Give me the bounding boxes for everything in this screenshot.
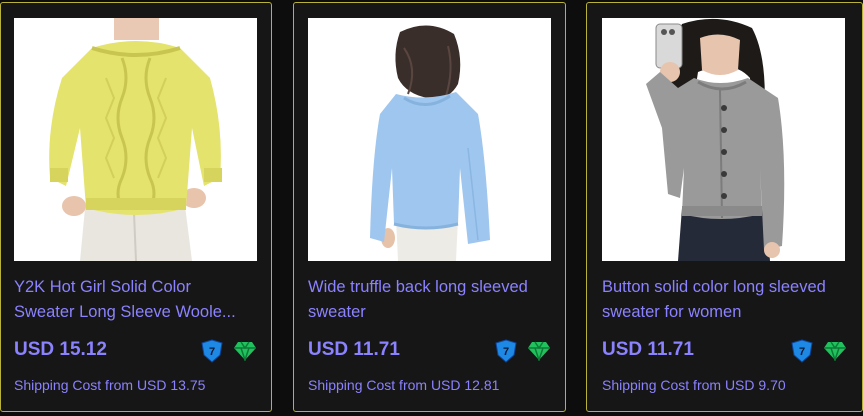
product-title-line-2[interactable]: sweater	[308, 300, 554, 325]
svg-text:7: 7	[209, 346, 215, 358]
product-title-line-1[interactable]: Wide truffle back long sleeved	[308, 275, 554, 300]
product-card[interactable]: Y2K Hot Girl Solid Color Sweater Long Sl…	[0, 2, 272, 412]
product-image[interactable]	[308, 18, 551, 261]
yellow-sweater-photo	[14, 18, 257, 261]
diamond-icon	[824, 341, 846, 361]
diamond-icon	[234, 341, 256, 361]
shield-seven-icon: 7	[201, 339, 223, 363]
product-grid: Y2K Hot Girl Solid Color Sweater Long Sl…	[0, 0, 863, 416]
product-title-line-1[interactable]: Button solid color long sleeved	[602, 275, 850, 300]
product-price: USD 15.12	[14, 339, 107, 360]
product-image[interactable]	[602, 18, 845, 261]
product-price: USD 11.71	[308, 339, 400, 360]
badge-group: 7	[201, 339, 257, 363]
product-title-line-1[interactable]: Y2K Hot Girl Solid Color	[14, 275, 260, 300]
blue-sweater-photo	[308, 18, 551, 261]
product-card[interactable]: Wide truffle back long sleeved sweater U…	[293, 2, 566, 412]
product-title[interactable]: Wide truffle back long sleeved sweater	[308, 275, 554, 325]
shipping-cost: Shipping Cost from USD 9.70	[602, 377, 786, 393]
product-image[interactable]	[14, 18, 257, 261]
product-price: USD 11.71	[602, 339, 694, 360]
product-card[interactable]: Button solid color long sleeved sweater …	[586, 2, 863, 412]
product-title-line-2[interactable]: sweater for women	[602, 300, 850, 325]
badge-group: 7	[791, 339, 847, 363]
gray-cardigan-photo	[602, 18, 845, 261]
shipping-cost: Shipping Cost from USD 13.75	[14, 377, 206, 393]
product-title[interactable]: Y2K Hot Girl Solid Color Sweater Long Sl…	[14, 275, 260, 325]
shield-seven-icon: 7	[495, 339, 517, 363]
product-title-line-2[interactable]: Sweater Long Sleeve Woole...	[14, 300, 260, 325]
diamond-icon	[528, 341, 550, 361]
shipping-cost: Shipping Cost from USD 12.81	[308, 377, 500, 393]
svg-text:7: 7	[503, 346, 509, 358]
shield-seven-icon: 7	[791, 339, 813, 363]
badge-group: 7	[495, 339, 551, 363]
svg-text:7: 7	[799, 346, 805, 358]
product-title[interactable]: Button solid color long sleeved sweater …	[602, 275, 850, 325]
